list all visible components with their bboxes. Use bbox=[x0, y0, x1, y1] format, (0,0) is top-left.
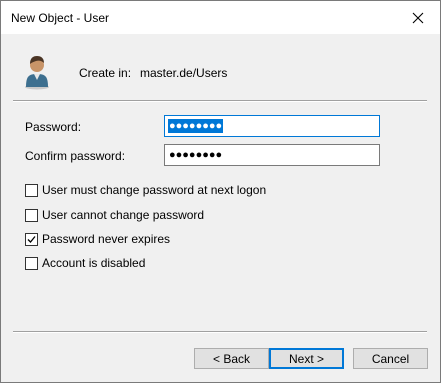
password-value: ●●●●●●●● bbox=[168, 119, 224, 133]
title-bar: New Object - User bbox=[1, 1, 440, 34]
option-cannot-change-password[interactable]: User cannot change password bbox=[25, 208, 204, 222]
password-field[interactable]: ●●●●●●●● bbox=[164, 115, 380, 137]
close-button[interactable] bbox=[396, 1, 440, 34]
user-icon bbox=[25, 56, 49, 90]
option-password-never-expires[interactable]: Password never expires bbox=[25, 232, 170, 246]
checkbox[interactable] bbox=[25, 208, 38, 222]
checkbox[interactable] bbox=[25, 256, 38, 270]
header-separator bbox=[13, 100, 427, 102]
password-label: Password: bbox=[25, 120, 82, 134]
close-icon bbox=[412, 12, 424, 23]
footer-separator bbox=[13, 331, 427, 333]
option-label: Account is disabled bbox=[42, 256, 146, 270]
option-must-change-password[interactable]: User must change password at next logon bbox=[25, 183, 266, 197]
next-button[interactable]: Next > bbox=[269, 348, 344, 369]
option-account-disabled[interactable]: Account is disabled bbox=[25, 256, 145, 270]
dialog-content: Create in: master.de/Users Password: ●●●… bbox=[1, 34, 440, 382]
create-in-label: Create in: bbox=[79, 66, 132, 80]
back-button[interactable]: < Back bbox=[194, 348, 269, 369]
confirm-password-value: ●●●●●●●● bbox=[169, 149, 223, 161]
confirm-password-field[interactable]: ●●●●●●●● bbox=[164, 144, 380, 166]
checkmark-icon bbox=[27, 235, 36, 243]
dialog-window: New Object - User Create in: master.de/U… bbox=[0, 0, 441, 383]
option-label: Password never expires bbox=[42, 232, 171, 246]
create-in-path: master.de/Users bbox=[140, 66, 228, 80]
checkbox[interactable] bbox=[25, 183, 38, 197]
confirm-password-label: Confirm password: bbox=[25, 149, 126, 163]
cancel-button[interactable]: Cancel bbox=[353, 348, 428, 369]
window-title: New Object - User bbox=[11, 11, 110, 25]
checkbox[interactable] bbox=[25, 232, 38, 246]
option-label: User must change password at next logon bbox=[42, 183, 267, 197]
option-label: User cannot change password bbox=[42, 208, 205, 222]
